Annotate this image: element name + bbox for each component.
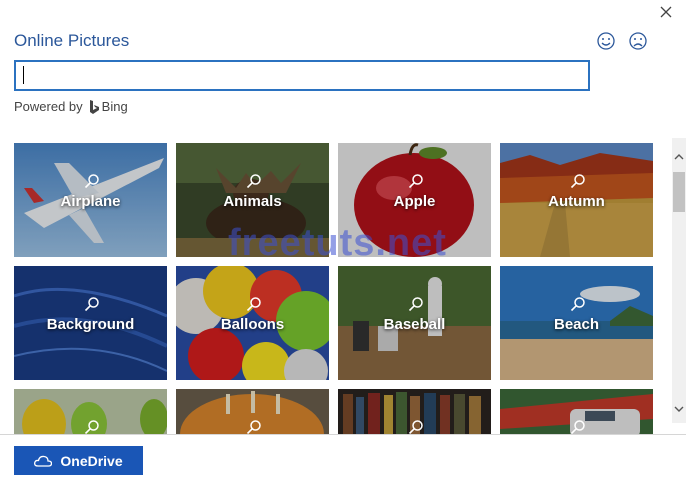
vertical-scrollbar[interactable] xyxy=(672,138,686,423)
category-tile-books[interactable] xyxy=(338,389,491,434)
onedrive-button[interactable]: OneDrive xyxy=(14,446,143,475)
powered-by-label: Powered by xyxy=(14,99,83,114)
category-tile-birds[interactable] xyxy=(14,389,167,434)
search-icon xyxy=(570,297,585,312)
category-tile-beach[interactable]: Beach xyxy=(500,266,653,380)
category-tile-birthday[interactable] xyxy=(176,389,329,434)
category-tile-cars[interactable] xyxy=(500,389,653,434)
search-icon xyxy=(246,420,261,434)
scroll-thumb[interactable] xyxy=(673,172,685,212)
search-icon xyxy=(408,297,423,312)
text-caret xyxy=(23,66,24,84)
category-label: Apple xyxy=(393,193,436,210)
bing-icon xyxy=(89,99,99,114)
scroll-down-button[interactable] xyxy=(672,404,686,418)
category-label: Autumn xyxy=(548,193,605,210)
chevron-down-icon xyxy=(674,406,684,412)
dialog-title: Online Pictures xyxy=(14,31,130,50)
smile-icon xyxy=(597,32,615,50)
bing-label: Bing xyxy=(101,99,128,114)
category-label: Background xyxy=(46,316,135,333)
search-icon xyxy=(84,420,99,434)
category-label: Animals xyxy=(223,193,282,210)
category-tile-background[interactable]: Background xyxy=(14,266,167,380)
chevron-up-icon xyxy=(674,154,684,160)
frown-icon xyxy=(629,32,647,50)
scroll-up-button[interactable] xyxy=(672,152,686,166)
category-tile-balloons[interactable]: Balloons xyxy=(176,266,329,380)
search-icon xyxy=(408,174,423,189)
bing-logo: Bing xyxy=(89,99,128,114)
category-grid: Airplane Animals Apple Autumn Background… xyxy=(0,138,672,434)
search-icon xyxy=(570,420,585,434)
category-tile-airplane[interactable]: Airplane xyxy=(14,143,167,257)
category-label: Airplane xyxy=(60,193,121,210)
close-button[interactable] xyxy=(656,2,676,22)
onedrive-label: OneDrive xyxy=(60,452,123,469)
smile-feedback-button[interactable] xyxy=(596,31,616,51)
footer-divider xyxy=(0,434,686,435)
frown-feedback-button[interactable] xyxy=(628,31,648,51)
close-icon xyxy=(660,6,672,18)
cloud-icon xyxy=(34,455,53,467)
category-label: Beach xyxy=(553,316,600,333)
category-tile-autumn[interactable]: Autumn xyxy=(500,143,653,257)
search-icon xyxy=(570,174,585,189)
search-input[interactable] xyxy=(14,60,590,91)
category-label: Balloons xyxy=(220,316,285,333)
search-icon xyxy=(246,297,261,312)
powered-by: Powered by Bing xyxy=(14,99,128,114)
search-icon xyxy=(84,297,99,312)
category-tile-baseball[interactable]: Baseball xyxy=(338,266,491,380)
category-label: Baseball xyxy=(383,316,446,333)
search-icon xyxy=(246,174,261,189)
search-icon xyxy=(84,174,99,189)
watermark: freetuts.net xyxy=(228,222,447,264)
search-icon xyxy=(408,420,423,434)
